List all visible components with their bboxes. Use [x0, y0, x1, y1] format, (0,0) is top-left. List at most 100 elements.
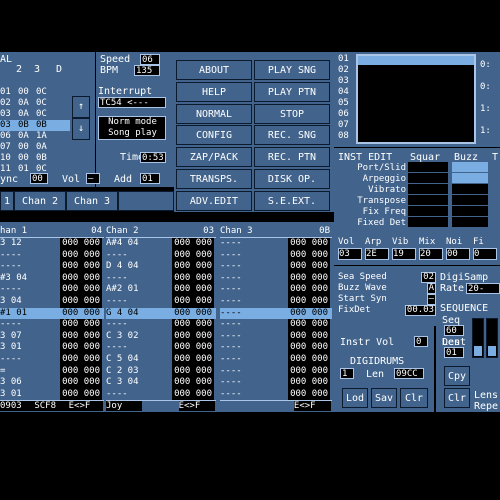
- channel-footer-cell[interactable]: E<>F: [178, 401, 215, 412]
- pattern-row[interactable]: ---- 000 000: [220, 284, 332, 296]
- song-position-row[interactable]: 03 0A 0C: [0, 109, 70, 120]
- song-position-row[interactable]: 02 0A 0C: [0, 98, 70, 109]
- pattern-row[interactable]: ---- 000 000: [106, 249, 216, 262]
- menu-button-play-sng[interactable]: PLAY SNG: [254, 60, 330, 80]
- pattern-row[interactable]: ---- 000 000: [220, 388, 332, 401]
- pattern-row[interactable]: C 3 04 000 000: [106, 377, 216, 389]
- seq-value[interactable]: 60: [444, 325, 464, 336]
- save-button[interactable]: Sav: [371, 388, 397, 408]
- pattern-row[interactable]: ---- 000 000: [220, 342, 332, 354]
- pattern-row[interactable]: 3 01 000 000: [0, 388, 104, 401]
- pattern-row[interactable]: ---- 000 000: [106, 295, 216, 308]
- pattern-row[interactable]: ---- 000 000: [106, 388, 216, 401]
- song-position-row[interactable]: [0, 76, 70, 87]
- pattern-row[interactable]: ---- 000 000: [220, 261, 332, 273]
- pattern-row[interactable]: ---- 000 000: [106, 319, 216, 331]
- rate-value[interactable]: 20-: [466, 283, 500, 294]
- pattern-row[interactable]: ---- 000 000: [220, 249, 332, 262]
- pattern-row[interactable]: #3 04 000 000: [0, 272, 104, 285]
- seq-clear-button[interactable]: Clr: [444, 388, 470, 408]
- pattern-row[interactable]: 3 07 000 000: [0, 330, 104, 343]
- pattern-row[interactable]: #1 01 000 000: [0, 307, 104, 320]
- menu-button-config[interactable]: CONFIG: [176, 125, 252, 146]
- channel-footer-cell[interactable]: SCF8: [34, 401, 69, 412]
- pattern-row[interactable]: = 000 000: [0, 365, 104, 378]
- pattern-row[interactable]: ---- 000 000: [0, 353, 104, 366]
- buzz-toggle[interactable]: [452, 206, 488, 216]
- pattern-row[interactable]: ---- 000 000: [220, 365, 332, 378]
- bpm-value[interactable]: 135: [134, 65, 160, 76]
- pattern-row[interactable]: ---- 000 000: [106, 272, 216, 285]
- song-position-row[interactable]: 10 00 0B: [0, 153, 70, 164]
- menu-button-rec-sng[interactable]: REC. SNG: [254, 125, 330, 146]
- pattern-row[interactable]: D 4 04 000 000: [106, 261, 216, 273]
- speed-value[interactable]: 06: [140, 54, 160, 65]
- pattern-row[interactable]: A#4 04 000 000: [106, 238, 216, 250]
- pattern-number[interactable]: 07: [338, 120, 356, 131]
- param-value[interactable]: 0: [473, 248, 497, 260]
- song-position-table[interactable]: 01 00 0C 02 0A 0C 03 0A 0C 03 0B 0B 06 0A 1A 07 00 0A 10 00…: [0, 76, 70, 175]
- channel-footer-cell[interactable]: E<>F: [293, 401, 331, 412]
- buzz-toggle[interactable]: [452, 195, 488, 205]
- pattern-row[interactable]: ---- 000 000: [220, 295, 332, 308]
- squar-toggle[interactable]: [408, 206, 448, 216]
- song-position-row[interactable]: 01 00 0C: [0, 87, 70, 98]
- squar-toggle[interactable]: [408, 184, 448, 194]
- menu-button-about[interactable]: ABOUT: [176, 60, 252, 80]
- pattern-row[interactable]: ---- 000 000: [106, 342, 216, 354]
- scroll-up-button[interactable]: ↑: [72, 96, 90, 118]
- menu-button-s-e-ext-[interactable]: S.E.EXT.: [254, 190, 330, 211]
- pattern-row[interactable]: ---- 000 000: [220, 272, 332, 285]
- param-value[interactable]: 19: [392, 248, 416, 260]
- menu-button-stop[interactable]: STOP: [254, 103, 330, 124]
- pattern-row[interactable]: 3 12 000 000: [0, 238, 104, 250]
- menu-button-help[interactable]: HELP: [176, 81, 252, 102]
- channel-1-track[interactable]: han 1 04 3 12 000 000 ---- 000 000 ---- 000 000…: [0, 226, 104, 412]
- menu-button-play-ptn[interactable]: PLAY PTN: [254, 81, 330, 102]
- pattern-row[interactable]: ---- 000 000: [220, 319, 332, 331]
- pattern-number[interactable]: 05: [338, 98, 356, 109]
- squar-toggles[interactable]: [408, 162, 448, 230]
- pattern-row[interactable]: 3 06 000 000: [0, 377, 104, 389]
- mode-display[interactable]: Norm mode Song play: [98, 116, 166, 140]
- interrupt-value[interactable]: TC54 <---: [98, 97, 166, 108]
- sound-param-value[interactable]: —: [426, 294, 436, 305]
- channel-footer-cell[interactable]: E<>F: [68, 401, 103, 412]
- channel-3-track[interactable]: Chan 3 0B ---- 000 000 ---- 000 000 ---- 000 00…: [220, 226, 332, 412]
- menu-button-transps-[interactable]: TRANSPS.: [176, 169, 252, 189]
- pattern-number[interactable]: 08: [338, 131, 356, 142]
- pattern-row[interactable]: ---- 000 000: [220, 238, 332, 250]
- buzz-toggle[interactable]: [452, 184, 488, 194]
- pattern-row[interactable]: C 2 03 000 000: [106, 365, 216, 378]
- pattern-row[interactable]: 3 01 000 000: [0, 342, 104, 354]
- load-button[interactable]: Lod: [342, 388, 368, 408]
- squar-toggle[interactable]: [408, 217, 448, 227]
- pattern-row[interactable]: ---- 000 000: [0, 261, 104, 273]
- add-value[interactable]: 01: [140, 173, 160, 184]
- clear-button[interactable]: Clr: [400, 388, 428, 408]
- menu-button-adv-edit[interactable]: ADV.EDIT: [176, 190, 252, 211]
- pattern-row[interactable]: 3 04 000 000: [0, 295, 104, 308]
- squar-toggle[interactable]: [408, 173, 448, 183]
- pattern-row[interactable]: C 5 04 000 000: [106, 353, 216, 366]
- pattern-number-list[interactable]: 01 02 03 04 05 06 07 08: [338, 54, 356, 142]
- pattern-number[interactable]: 01: [338, 54, 356, 65]
- param-value[interactable]: 2E: [365, 248, 389, 260]
- copy-button[interactable]: Cpy: [444, 366, 470, 386]
- pattern-row[interactable]: ---- 000 000: [220, 330, 332, 343]
- pattern-row[interactable]: ---- 000 000: [0, 319, 104, 331]
- tab-chan-2[interactable]: Chan 2: [14, 191, 66, 211]
- digidrums-number[interactable]: 1: [340, 368, 354, 379]
- pattern-row[interactable]: ---- 000 000: [0, 284, 104, 296]
- menu-button-normal[interactable]: NORMAL: [176, 103, 252, 124]
- sound-param-value[interactable]: A: [426, 283, 436, 294]
- buzz-toggle[interactable]: [452, 162, 488, 172]
- song-position-row[interactable]: 07 00 0A: [0, 142, 70, 153]
- pattern-row[interactable]: ---- 000 000: [0, 249, 104, 262]
- menu-button-rec-ptn[interactable]: REC. PTN: [254, 147, 330, 168]
- pattern-row[interactable]: ---- 000 000: [220, 353, 332, 366]
- dest-value[interactable]: 01: [444, 347, 464, 358]
- pattern-row[interactable]: G 4 04 000 000: [106, 307, 216, 320]
- pattern-row[interactable]: C 3 02 000 000: [106, 330, 216, 343]
- song-position-row[interactable]: 03 0B 0B: [0, 120, 70, 131]
